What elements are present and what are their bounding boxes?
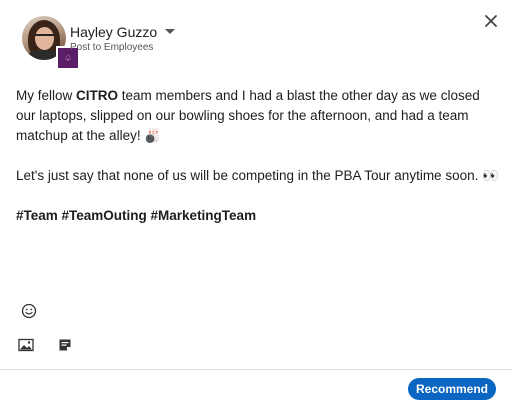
post-paragraph: Let's just say that none of us will be c… bbox=[16, 168, 499, 183]
chevron-down-icon[interactable] bbox=[165, 29, 175, 34]
close-button[interactable] bbox=[481, 11, 501, 31]
close-icon bbox=[485, 15, 497, 27]
add-media-button[interactable] bbox=[17, 336, 35, 354]
emoji-button[interactable] bbox=[20, 302, 38, 320]
post-paragraph: My fellow CITRO team members and I had a… bbox=[16, 88, 480, 143]
document-icon bbox=[59, 339, 71, 351]
add-document-button[interactable] bbox=[56, 336, 74, 354]
smile-icon bbox=[21, 303, 37, 319]
company-name: CITRO bbox=[76, 88, 119, 103]
author-avatar-group[interactable]: ♤ bbox=[22, 16, 80, 70]
post-hashtags: #Team #TeamOuting #MarketingTeam bbox=[16, 208, 257, 223]
recommend-button[interactable]: Recommend bbox=[408, 378, 496, 400]
footer-divider bbox=[0, 369, 512, 370]
post-editor[interactable]: My fellow CITRO team members and I had a… bbox=[16, 86, 500, 226]
image-icon bbox=[18, 338, 34, 352]
author-name[interactable]: Hayley Guzzo bbox=[70, 24, 157, 40]
audience-label[interactable]: Post to Employees bbox=[70, 42, 153, 53]
